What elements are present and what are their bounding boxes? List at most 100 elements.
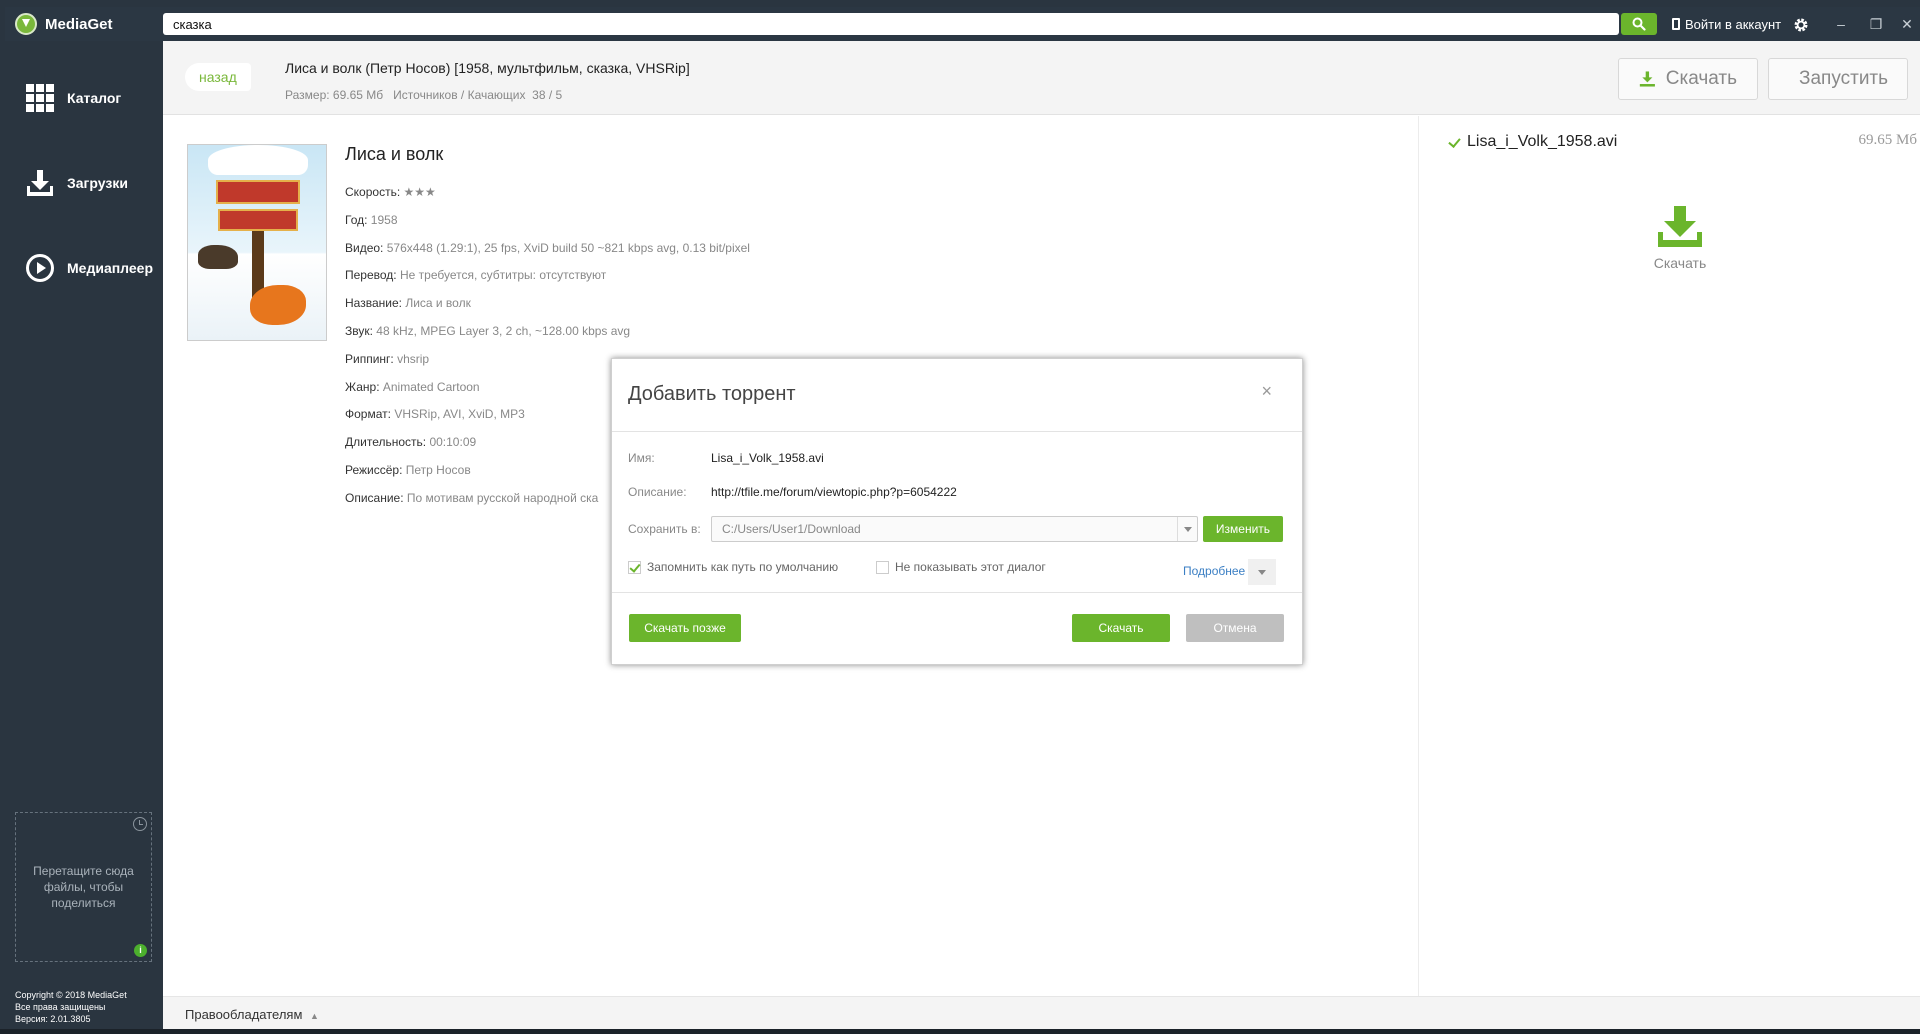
download-later-button[interactable]: Скачать позже — [629, 614, 741, 642]
app-logo[interactable]: MediaGet — [15, 13, 113, 35]
copyright: Copyright © 2018 MediaGet Все права защи… — [15, 989, 127, 1025]
close-icon[interactable]: × — [1261, 381, 1272, 402]
sidebar-item-label: Каталог — [67, 90, 122, 106]
dont-show-label: Не показывать этот диалог — [895, 560, 1046, 574]
sidebar-item-catalog[interactable]: Каталог — [5, 73, 163, 123]
sidebar-item-mediaplayer[interactable]: Медиаплеер — [5, 243, 163, 293]
search-icon — [1632, 17, 1646, 31]
more-link[interactable]: Подробнее — [1183, 564, 1245, 578]
download-icon — [1639, 71, 1655, 87]
door-icon — [1672, 18, 1680, 30]
login-label: Войти в аккаунт — [1685, 16, 1782, 32]
footer: Правообладателям ▲ — [163, 996, 1920, 1029]
dont-show-option[interactable]: Не показывать этот диалог — [876, 560, 1046, 574]
save-to-label: Сохранить в: — [628, 522, 701, 536]
info-icon[interactable]: i — [134, 944, 147, 957]
search-input[interactable] — [163, 13, 1619, 35]
file-download-button[interactable]: Скачать — [1640, 205, 1720, 271]
detail-value: 1958 — [370, 212, 398, 227]
detail-label: Название: — [345, 296, 402, 311]
detail-value: Animated Cartoon — [382, 379, 480, 394]
back-button[interactable]: назад — [185, 63, 251, 91]
close-button[interactable]: ✕ — [1893, 13, 1920, 35]
detail-value: 48 kHz, MPEG Layer 3, 2 ch, ~128.00 kbps… — [376, 323, 631, 338]
file-item[interactable]: Lisa_i_Volk_1958.avi — [1448, 133, 1617, 151]
description-value: http://tfile.me/forum/viewtopic.php?p=60… — [711, 485, 957, 499]
clock-icon[interactable] — [133, 817, 147, 831]
size-value: 69.65 Мб — [332, 88, 384, 102]
grid-icon — [25, 83, 55, 113]
dialog-divider — [612, 431, 1302, 432]
app-name: MediaGet — [45, 15, 113, 33]
download-icon — [1658, 206, 1702, 247]
sources-label: Источников / Качающих — [393, 88, 526, 102]
detail-value: По мотивам русской народной ска — [406, 490, 599, 505]
detail-label: Видео: — [345, 240, 384, 255]
rights-line: Все права защищены — [15, 1002, 106, 1012]
dialog-title: Добавить торрент — [628, 383, 796, 405]
detail-row: Перевод: Не требуется, субтитры: отсутст… — [345, 262, 750, 290]
run-button[interactable]: Запустить — [1768, 58, 1908, 100]
detail-label: Год: — [345, 212, 368, 227]
dialog-download-button[interactable]: Скачать — [1072, 614, 1170, 642]
checkmark-icon[interactable] — [1448, 136, 1461, 149]
detail-label: Описание: — [345, 490, 404, 505]
login-link[interactable]: Войти в аккаунт — [1672, 15, 1781, 33]
detail-value: 00:10:09 — [429, 435, 477, 450]
share-drop-zone[interactable]: Перетащите сюда файлы, чтобы поделиться … — [15, 812, 152, 962]
caret-up-icon: ▲ — [310, 1011, 319, 1021]
dont-show-checkbox[interactable] — [876, 560, 889, 574]
download-label: Скачать — [1665, 68, 1737, 89]
chevron-down-icon[interactable] — [1177, 517, 1197, 541]
window-bottom-edge — [0, 1029, 1920, 1034]
chevron-down-icon[interactable] — [1248, 559, 1276, 585]
play-icon — [26, 254, 54, 282]
panel-divider — [1418, 116, 1419, 996]
sources-value: 38 / 5 — [532, 88, 563, 102]
sidebar-item-downloads[interactable]: Загрузки — [5, 158, 163, 208]
file-size: 69.65 Мб — [1858, 132, 1917, 148]
drop-zone-text: Перетащите сюда файлы, чтобы поделиться — [33, 864, 134, 910]
detail-label: Звук: — [345, 323, 373, 338]
detail-value: 576x448 (1.29:1), 25 fps, XviD build 50 … — [386, 240, 750, 255]
size-label: Размер: — [285, 88, 330, 102]
detail-value: Петр Носов — [405, 462, 471, 477]
remember-path-option[interactable]: Запомнить как путь по умолчанию — [628, 560, 838, 574]
gear-icon[interactable] — [1792, 16, 1810, 34]
details-title: Лиса и волк — [345, 144, 444, 164]
item-header: назад Лиса и волк (Петр Носов) [1958, му… — [163, 41, 1920, 115]
detail-row: Видео: 576x448 (1.29:1), 25 fps, XviD bu… — [345, 235, 750, 263]
detail-label: Скорость: — [345, 185, 401, 199]
add-torrent-dialog: Добавить торрент × Имя: Lisa_i_Volk_1958… — [611, 358, 1303, 665]
detail-value: vhsrip — [397, 351, 430, 366]
detail-row: Год: 1958 — [345, 207, 750, 235]
file-name: Lisa_i_Volk_1958.avi — [1467, 133, 1618, 150]
change-path-button[interactable]: Изменить — [1203, 516, 1283, 542]
title-bar: MediaGet Войти в аккаунт – ❐ ✕ — [5, 7, 1920, 41]
detail-label: Риппинг: — [345, 351, 394, 366]
rightholders-label: Правообладателям — [185, 1007, 303, 1022]
name-label: Имя: — [628, 451, 655, 465]
remember-path-checkbox[interactable] — [628, 560, 641, 574]
detail-label: Длительность: — [345, 435, 427, 450]
dialog-divider — [612, 592, 1302, 593]
minimize-button[interactable]: – — [1827, 13, 1855, 35]
restore-button[interactable]: ❐ — [1862, 13, 1890, 35]
detail-value: Не требуется, субтитры: отсутствуют — [399, 268, 607, 283]
sidebar: Каталог Загрузки Медиаплеер Перетащите с… — [5, 41, 163, 1029]
detail-label: Режиссёр: — [345, 462, 403, 477]
detail-label: Жанр: — [345, 379, 380, 394]
detail-row: Скорость: ★★★ — [345, 179, 750, 207]
detail-label: Перевод: — [345, 268, 397, 283]
sidebar-item-label: Медиаплеер — [67, 260, 154, 276]
sidebar-item-label: Загрузки — [67, 175, 128, 191]
rightholders-link[interactable]: Правообладателям ▲ — [185, 1007, 319, 1022]
detail-row: Название: Лиса и волк — [345, 290, 750, 318]
item-title: Лиса и волк (Петр Носов) [1958, мультфил… — [285, 60, 690, 76]
cover-image — [187, 144, 327, 341]
search-button[interactable] — [1621, 13, 1657, 35]
download-button[interactable]: Скачать — [1618, 58, 1758, 100]
save-path-select[interactable]: C:/Users/User1/Download — [711, 516, 1198, 542]
cancel-button[interactable]: Отмена — [1186, 614, 1284, 642]
detail-value: Лиса и волк — [405, 296, 471, 311]
